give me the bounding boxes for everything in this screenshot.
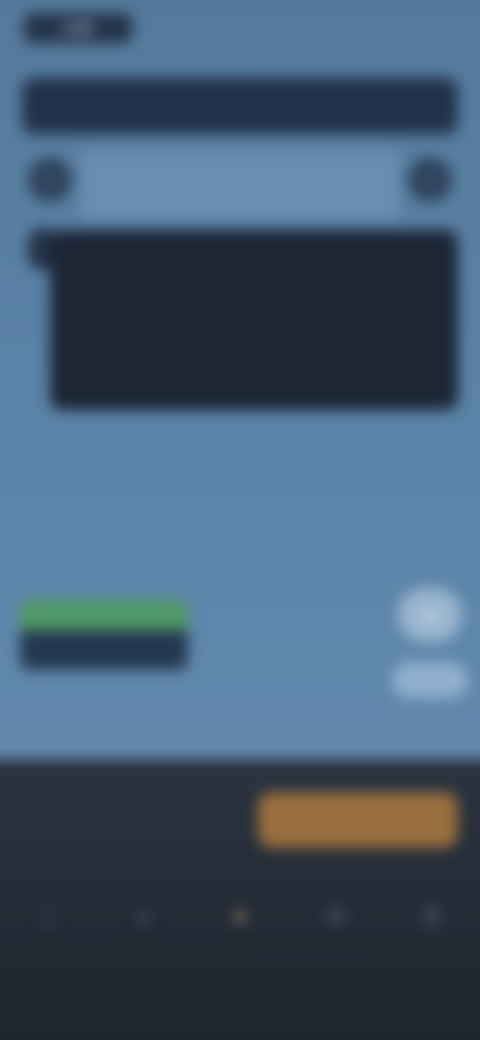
left-action[interactable]	[20, 600, 188, 678]
next-button[interactable]: ›	[408, 158, 452, 202]
tab-star[interactable]: ★	[210, 904, 270, 936]
home-icon: ⌂	[41, 904, 55, 929]
message-input[interactable]	[22, 796, 232, 846]
status-bar: LIVE	[24, 10, 456, 46]
tab-chat[interactable]: ✉	[306, 904, 366, 936]
info-card[interactable]	[50, 230, 458, 410]
chevron-left-icon: ‹	[46, 168, 54, 191]
left-action-header	[20, 600, 188, 630]
bottom-tab-bar: ⌂ ☺ ★ ✉ ☰	[0, 880, 480, 960]
app-logo: LIVE	[24, 13, 132, 43]
media-strip	[80, 150, 400, 220]
tab-people[interactable]: ☺	[114, 904, 174, 936]
star-icon: ★	[230, 904, 250, 929]
menu-icon: ☰	[422, 904, 442, 929]
prev-button[interactable]: ‹	[28, 158, 72, 202]
screen-content: LIVE ‹ › ● ⌂ ☺ ★ ✉ ☰	[0, 0, 480, 1040]
tab-home[interactable]: ⌂	[18, 904, 78, 936]
primary-cta-button[interactable]	[258, 792, 458, 848]
chat-icon: ✉	[326, 904, 346, 929]
secondary-pill-button[interactable]	[392, 662, 468, 698]
chevron-right-icon: ›	[426, 168, 434, 191]
profile-button[interactable]: ●	[398, 588, 462, 642]
top-banner[interactable]	[22, 78, 458, 134]
person-icon: ●	[423, 602, 437, 627]
people-icon: ☺	[132, 904, 156, 929]
left-action-button[interactable]	[20, 630, 188, 670]
tab-menu[interactable]: ☰	[402, 904, 462, 936]
